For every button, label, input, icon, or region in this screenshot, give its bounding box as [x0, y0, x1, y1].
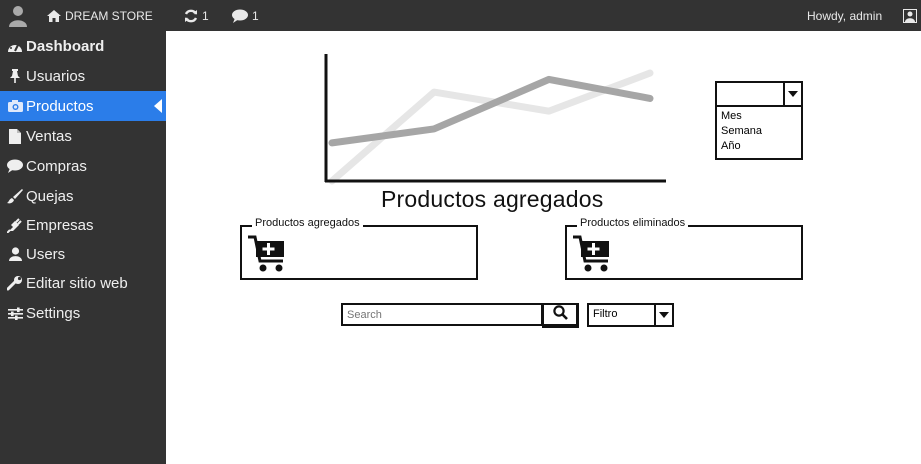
- greeting-text: Howdy, admin: [807, 8, 883, 23]
- avatar[interactable]: [903, 0, 917, 31]
- site-home-link[interactable]: DREAM STORE: [47, 0, 153, 31]
- search-icon: [552, 304, 568, 325]
- sidebar-item-editar-sitio-web[interactable]: Editar sitio web: [0, 268, 166, 298]
- chevron-down-icon: [659, 312, 669, 318]
- account-menu[interactable]: Howdy, admin: [807, 0, 882, 31]
- sidebar-item-label: Empresas: [26, 216, 94, 234]
- site-name: DREAM STORE: [65, 8, 153, 23]
- sidebar-item-label: Productos: [26, 97, 94, 115]
- main-content: Productos agregados Mes Semana Año Produ…: [166, 31, 921, 464]
- cart-add-icon: [248, 233, 290, 278]
- sidebar: Dashboard Usuarios Productos Ventas Comp…: [0, 31, 166, 464]
- filter-label: Filtro: [593, 308, 618, 320]
- chart-series-line-2: [328, 75, 654, 147]
- search-button[interactable]: [542, 303, 579, 328]
- updates-count: 1: [202, 8, 209, 23]
- sidebar-item-label: Quejas: [26, 187, 74, 205]
- speech-bubble-icon: [6, 158, 24, 174]
- filter-select[interactable]: Filtro: [587, 303, 674, 327]
- dashboard-icon: [6, 38, 24, 54]
- sidebar-item-quejas[interactable]: Quejas: [0, 181, 166, 211]
- sidebar-item-settings[interactable]: Settings: [0, 298, 166, 328]
- dropdown-button[interactable]: [783, 83, 801, 105]
- option-mes[interactable]: Mes: [721, 109, 797, 124]
- user-icon: [6, 246, 24, 262]
- sliders-icon: [6, 305, 24, 321]
- option-ano[interactable]: Año: [721, 139, 797, 154]
- user-avatar-icon[interactable]: [9, 0, 27, 31]
- search-input[interactable]: [341, 303, 543, 326]
- sidebar-item-ventas[interactable]: Ventas: [0, 121, 166, 151]
- period-select[interactable]: [715, 81, 803, 107]
- comments-count: 1: [252, 8, 259, 23]
- sidebar-item-empresas[interactable]: Empresas: [0, 210, 166, 240]
- chart-title: Productos agregados: [381, 186, 604, 212]
- cart-add-icon: [573, 233, 615, 278]
- plugin-icon: [6, 217, 24, 233]
- added-products-label: Productos agregados: [252, 217, 363, 229]
- comments-link[interactable]: 1: [232, 0, 259, 31]
- refresh-icon: [184, 9, 198, 23]
- removed-products-panel: [565, 225, 803, 280]
- sidebar-item-compras[interactable]: Compras: [0, 151, 166, 181]
- document-icon: [6, 128, 24, 144]
- brush-icon: [6, 188, 24, 204]
- chevron-down-icon: [788, 91, 798, 97]
- camera-icon: [6, 98, 24, 114]
- sidebar-item-label: Users: [26, 245, 66, 263]
- updates-link[interactable]: 1: [184, 0, 209, 31]
- removed-products-label: Productos eliminados: [577, 217, 689, 229]
- sidebar-item-label: Settings: [26, 304, 81, 322]
- products-line-chart: [324, 54, 666, 185]
- sidebar-item-productos[interactable]: Productos: [0, 91, 166, 121]
- speech-bubble-icon: [232, 9, 248, 23]
- sidebar-item-label: Usuarios: [26, 67, 86, 85]
- option-semana[interactable]: Semana: [721, 124, 797, 139]
- active-indicator: [154, 99, 162, 113]
- sidebar-item-label: Ventas: [26, 127, 72, 145]
- sidebar-item-label: Compras: [26, 157, 87, 175]
- sidebar-item-label: Editar sitio web: [26, 274, 128, 292]
- sidebar-item-dashboard[interactable]: Dashboard: [0, 31, 166, 61]
- sidebar-item-label: Dashboard: [26, 37, 105, 55]
- admin-top-bar: DREAM STORE 1 1 Howdy, admin: [0, 0, 921, 31]
- pin-icon: [6, 68, 24, 84]
- sidebar-item-usuarios[interactable]: Usuarios: [0, 61, 166, 91]
- period-options-list: Mes Semana Año: [715, 105, 803, 160]
- sidebar-item-users[interactable]: Users: [0, 239, 166, 269]
- home-icon: [47, 9, 61, 22]
- wrench-icon: [6, 275, 24, 291]
- added-products-panel: [240, 225, 478, 280]
- dropdown-button[interactable]: [654, 305, 672, 325]
